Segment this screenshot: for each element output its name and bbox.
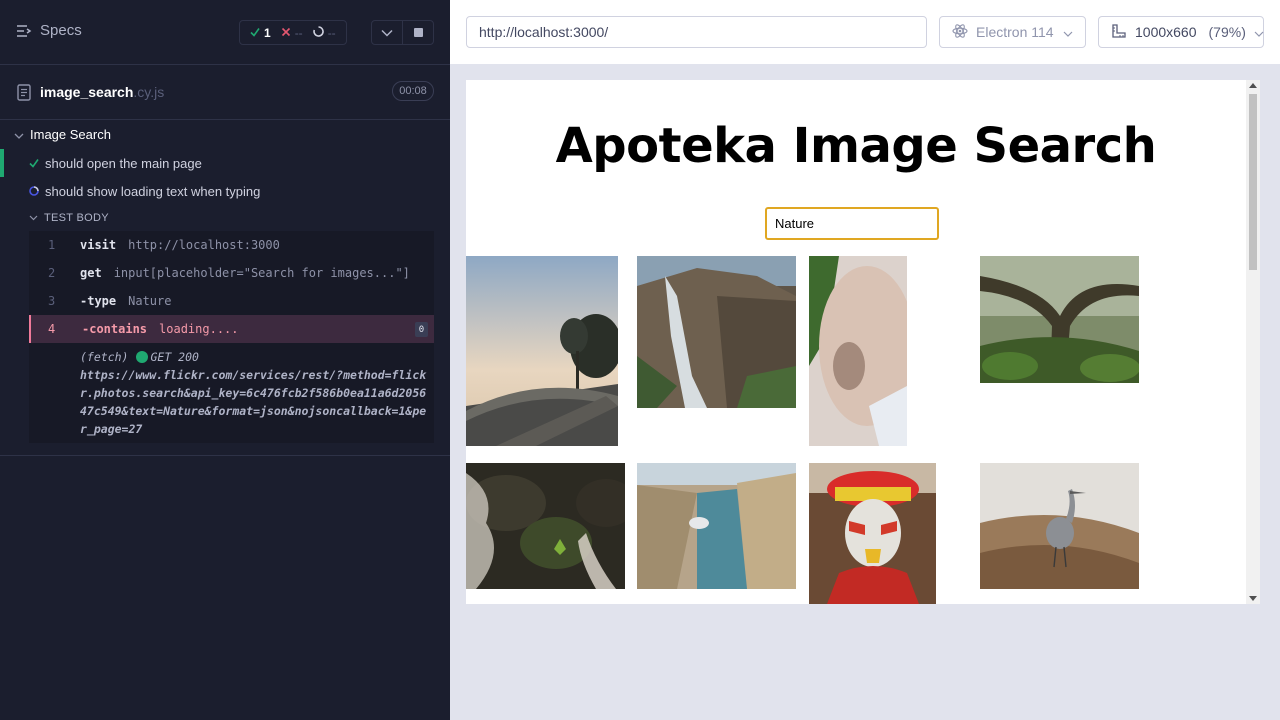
aut-iframe: Apoteka Image Search	[466, 80, 1260, 604]
aut-scrollbar[interactable]	[1246, 80, 1260, 604]
zoom-level: (79%)	[1208, 24, 1246, 40]
photo-mossy-tree-image	[980, 256, 1139, 383]
scroll-up-arrow-icon[interactable]	[1249, 83, 1257, 88]
test-body-label: TEST BODY	[44, 212, 109, 224]
chevron-down-icon	[1254, 24, 1264, 40]
command-log: 1 visit http://localhost:3000 2 get inpu…	[29, 231, 434, 443]
failed-stat: --	[281, 26, 303, 40]
search-input[interactable]	[765, 207, 939, 240]
fetch-url: https://www.flickr.com/services/rest/?me…	[80, 368, 427, 436]
specs-menu-icon	[16, 24, 32, 38]
command-message: http://localhost:3000	[128, 238, 280, 252]
retry-count-badge: 0	[415, 322, 428, 337]
chevron-down-icon	[29, 212, 38, 224]
photo-coastal-canyon-image	[637, 463, 796, 589]
suite-title: Image Search	[30, 126, 111, 142]
electron-icon	[952, 23, 968, 42]
viewport-selector[interactable]: 1000x660 (79%)	[1098, 16, 1264, 48]
command-name: visit	[80, 238, 117, 252]
ruler-icon	[1111, 23, 1127, 42]
chevron-down-icon	[1063, 24, 1073, 40]
photo-heron-image	[980, 463, 1139, 589]
passed-count: 1	[264, 25, 271, 40]
photo-stream-rocks[interactable]	[466, 463, 625, 589]
status-dot-icon	[136, 351, 149, 363]
reporter-divider	[0, 455, 450, 456]
test-loading-text[interactable]: should show loading text when typing	[0, 177, 450, 205]
test-body-toggle[interactable]: TEST BODY	[29, 208, 109, 228]
test-title: should open the main page	[45, 155, 202, 171]
test-title: should show loading text when typing	[45, 183, 261, 199]
command-number: 1	[48, 238, 56, 252]
photo-coastal-canyon[interactable]	[637, 463, 796, 589]
reporter-header: Specs 1 -- --	[0, 0, 450, 65]
fetch-status: GET 200	[150, 350, 199, 364]
browser-name: Electron 114	[976, 24, 1054, 40]
fetch-log-entry[interactable]: (fetch) GET 200 https://www.flickr.com/se…	[80, 348, 430, 438]
command-get[interactable]: 2 get input[placeholder="Search for imag…	[29, 259, 434, 287]
spec-file-header: image_search.cy.js 00:08	[0, 65, 450, 120]
app-title: Apoteka Image Search	[555, 118, 1157, 174]
run-duration: 00:08	[392, 81, 434, 101]
command-name: get	[80, 266, 102, 280]
command-visit[interactable]: 1 visit http://localhost:3000	[29, 231, 434, 259]
chevron-down-icon	[381, 24, 393, 42]
pending-stat: --	[312, 25, 336, 40]
aut-header: http://localhost:3000/ Electron 114 1000…	[450, 0, 1280, 64]
photo-skin[interactable]	[809, 256, 907, 446]
photo-heron[interactable]	[980, 463, 1139, 589]
browser-selector[interactable]: Electron 114	[939, 16, 1086, 48]
fetch-label: (fetch)	[80, 350, 129, 364]
command-message: Nature	[128, 294, 172, 308]
scroll-down-arrow-icon[interactable]	[1249, 596, 1257, 601]
stop-button[interactable]	[403, 21, 433, 44]
failed-count: --	[294, 25, 303, 40]
spinner-icon	[312, 25, 324, 40]
photo-tribal-face[interactable]	[809, 463, 936, 604]
photo-stream-rocks-image	[466, 463, 625, 589]
scroll-thumb[interactable]	[1249, 94, 1257, 270]
photo-waterfall[interactable]	[637, 256, 796, 408]
spinner-icon	[29, 184, 39, 199]
spec-file-ext: .cy.js	[133, 84, 165, 100]
photo-skin-image	[809, 256, 907, 446]
spec-file-basename: image_search	[40, 84, 134, 100]
command-message: loading....	[159, 322, 239, 336]
chevron-down-icon	[14, 127, 24, 142]
spec-file-name[interactable]: image_search.cy.js	[40, 84, 164, 100]
pending-count: --	[327, 25, 336, 40]
command-name: -contains	[82, 322, 148, 336]
command-number: 2	[48, 266, 56, 280]
url-bar[interactable]: http://localhost:3000/	[466, 16, 927, 48]
photo-boardwalk[interactable]	[466, 256, 618, 446]
command-type[interactable]: 3 -type Nature	[29, 287, 434, 315]
check-icon	[250, 26, 260, 40]
command-name: -type	[80, 294, 117, 308]
expand-toggle-button[interactable]	[372, 21, 403, 44]
passed-stat: 1	[250, 26, 271, 40]
command-number: 3	[48, 294, 56, 308]
specs-label: Specs	[40, 22, 82, 39]
url-text: http://localhost:3000/	[479, 24, 609, 40]
x-icon	[281, 26, 291, 40]
photo-tribal-face-image	[809, 463, 936, 604]
photo-waterfall-image	[637, 256, 796, 408]
test-stats: 1 -- --	[239, 20, 347, 45]
specs-toggle-button[interactable]: Specs	[16, 22, 82, 39]
command-message: input[placeholder="Search for images..."…	[113, 266, 410, 280]
viewport-size: 1000x660	[1135, 24, 1197, 40]
photo-boardwalk-image	[466, 256, 618, 446]
command-number: 4	[48, 322, 56, 336]
check-icon	[29, 156, 39, 171]
document-icon	[17, 84, 31, 106]
command-contains[interactable]: 4 -contains loading.... 0	[29, 315, 434, 343]
reporter-panel: Specs 1 -- -- image_search.cy.js 00:08 I…	[0, 0, 450, 720]
photo-mossy-tree[interactable]	[980, 256, 1139, 383]
suite-image-search[interactable]: Image Search	[0, 122, 450, 146]
test-open-main-page[interactable]: should open the main page	[0, 149, 450, 177]
stop-icon	[413, 28, 423, 37]
run-controls	[371, 20, 434, 45]
